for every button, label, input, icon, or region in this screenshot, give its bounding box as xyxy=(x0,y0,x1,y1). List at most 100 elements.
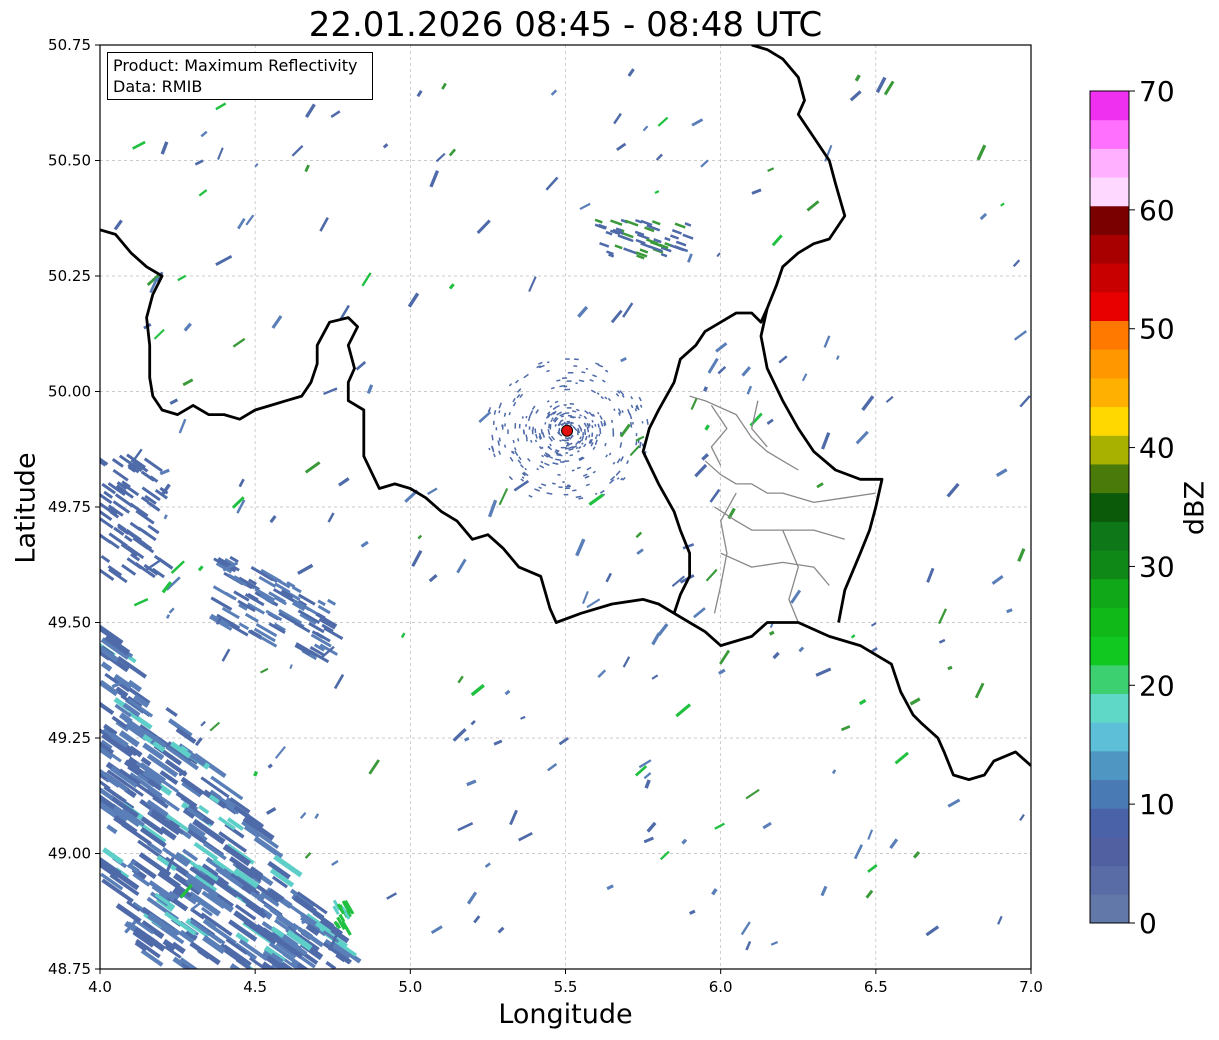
echo-cell xyxy=(584,475,590,479)
y-tick-label: 48.75 xyxy=(48,960,91,978)
echo-cell xyxy=(718,668,726,675)
echo-cell xyxy=(516,388,522,393)
colorbar-tick-label: 20 xyxy=(1139,669,1175,702)
echo-cell xyxy=(539,464,545,469)
echo-cell xyxy=(271,315,283,329)
echo-cell xyxy=(565,444,569,447)
echo-cell xyxy=(578,416,581,419)
colorbar-swatch xyxy=(1090,693,1129,723)
echo-cell xyxy=(513,447,517,451)
echo-cell xyxy=(675,703,692,718)
echo-cell xyxy=(498,437,501,442)
echo-cell xyxy=(238,478,245,488)
echo-cell xyxy=(655,153,663,161)
echo-cell xyxy=(112,468,129,482)
echo-cell xyxy=(741,366,752,377)
echo-cell xyxy=(540,460,544,464)
echo-cell xyxy=(518,423,521,429)
echo-cell xyxy=(100,695,115,716)
echo-cell xyxy=(594,424,597,427)
echo-cell xyxy=(636,548,644,555)
echo-cell xyxy=(584,410,589,415)
echo-cell xyxy=(607,397,612,402)
echo-cell xyxy=(610,219,623,226)
echo-cell xyxy=(591,419,594,423)
echo-cell xyxy=(575,382,578,385)
echo-cell xyxy=(217,147,224,160)
echo-cell xyxy=(715,342,728,353)
echo-cell xyxy=(566,407,572,409)
echo-cell xyxy=(305,103,316,119)
echo-cell xyxy=(912,851,921,859)
echo-cell xyxy=(167,718,193,738)
echo-cell xyxy=(1006,608,1013,614)
colorbar-swatch xyxy=(1090,894,1129,924)
echo-cell xyxy=(567,371,574,374)
echo-cell xyxy=(531,405,536,410)
echo-cell xyxy=(644,779,651,789)
echo-cell xyxy=(798,646,805,653)
echo-cell xyxy=(554,424,557,427)
echo-cell xyxy=(979,212,988,221)
colorbar-swatch xyxy=(1090,836,1129,867)
echo-cell xyxy=(525,434,528,440)
echo-cell xyxy=(635,433,638,437)
echo-cell xyxy=(583,415,588,420)
echo-cell xyxy=(291,144,304,157)
echo-cell xyxy=(535,433,538,439)
colorbar-swatch xyxy=(1090,148,1129,178)
echo-cell xyxy=(563,460,567,463)
echo-cell xyxy=(572,410,577,413)
echo-cell xyxy=(133,597,149,607)
echo-cell xyxy=(513,479,530,492)
echo-cell xyxy=(938,638,946,644)
province-line xyxy=(710,405,728,466)
echo-cell xyxy=(400,632,406,639)
echo-cell xyxy=(849,90,862,102)
echo-cell xyxy=(925,925,940,937)
echo-cell xyxy=(498,488,509,506)
echo-cell xyxy=(883,80,895,96)
echo-cell xyxy=(528,494,533,498)
echo-cell xyxy=(995,468,1008,477)
echo-cell xyxy=(745,788,760,800)
echo-cell xyxy=(854,74,861,82)
echo-cell xyxy=(586,598,601,609)
echo-cell xyxy=(638,442,642,449)
echo-cell xyxy=(885,395,894,403)
echo-cell xyxy=(547,762,558,772)
echo-cell xyxy=(640,219,653,227)
echo-cell xyxy=(558,486,563,489)
echo-cell xyxy=(344,926,352,936)
radar-site-dot xyxy=(561,424,574,437)
echo-cell xyxy=(575,446,579,450)
echo-cell xyxy=(508,475,513,481)
echo-cell xyxy=(762,821,772,830)
province-line xyxy=(689,395,799,471)
echo-cell xyxy=(858,698,867,706)
echo-cell xyxy=(701,453,710,461)
echo-cell xyxy=(165,614,171,619)
echo-cell xyxy=(327,512,335,523)
echo-cell xyxy=(581,442,584,445)
province-line xyxy=(704,460,876,504)
echo-cell xyxy=(579,202,591,211)
echo-cell xyxy=(200,130,208,138)
echo-cell xyxy=(448,148,457,157)
echo-cell xyxy=(221,648,231,662)
echo-cell xyxy=(717,365,727,375)
echo-cell xyxy=(509,809,518,826)
echo-cell xyxy=(555,458,562,461)
y-axis-ticks: 48.75 49.00 49.25 49.50 49.75 50.00 50.25 50.50… xyxy=(48,36,100,978)
echo-cell xyxy=(484,862,491,868)
echo-cell xyxy=(546,400,550,403)
echo-cell xyxy=(253,770,259,777)
echo-cell xyxy=(541,431,546,438)
echo-cell xyxy=(540,483,547,487)
echo-cell xyxy=(576,466,581,470)
echo-cell xyxy=(590,389,597,394)
echo-cell xyxy=(597,364,604,368)
colorbar-swatch xyxy=(1090,607,1129,637)
echo-cell xyxy=(577,430,580,433)
echo-cell xyxy=(416,90,423,98)
